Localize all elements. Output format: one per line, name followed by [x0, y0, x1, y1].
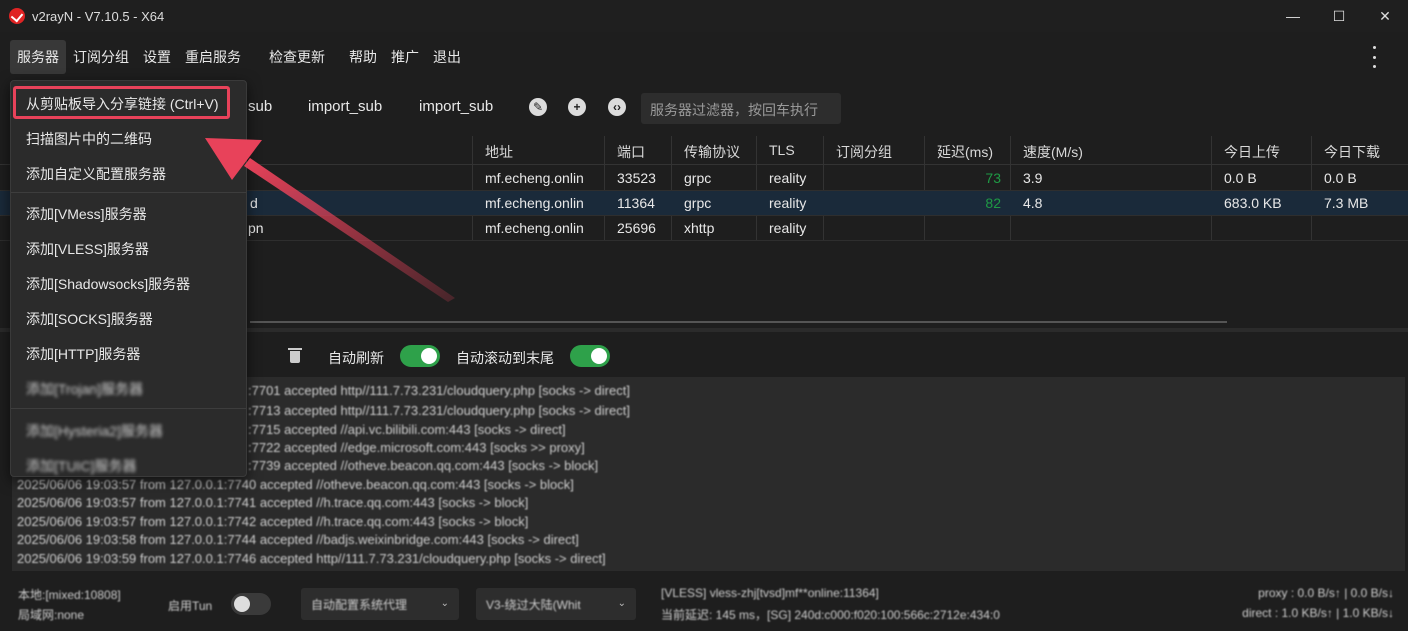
menu-separator [11, 408, 246, 409]
menu-item-add-trojan[interactable]: 添加[Trojan]服务器 [26, 379, 143, 399]
cell-port: 25696 [617, 220, 656, 236]
arrows-icon[interactable]: ‹› [608, 98, 626, 116]
menu-item-add-socks[interactable]: 添加[SOCKS]服务器 [26, 309, 153, 329]
cell-speed: 3.9 [1023, 170, 1043, 186]
routing-value: V3-绕过大陆(Whit [486, 598, 581, 612]
servers-dropdown-menu: 从剪贴板导入分享链接 (Ctrl+V) 扫描图片中的二维码 添加自定义配置服务器… [10, 80, 247, 477]
menu-item-add-custom[interactable]: 添加自定义配置服务器 [26, 164, 166, 184]
menu-restart-service[interactable]: 重启服务 [178, 40, 248, 74]
log-line: 2025/06/06 19:03:59 from 127.0.0.1:7746 … [17, 551, 606, 566]
log-line: 2025/06/06 19:03:57 from 127.0.0.1:7742 … [17, 514, 529, 529]
cell-tls: reality [769, 195, 807, 211]
menu-item-add-vless[interactable]: 添加[VLESS]服务器 [26, 239, 149, 259]
tab-sub[interactable]: sub [248, 98, 272, 115]
cell-port: 11364 [617, 195, 655, 211]
menu-help[interactable]: 帮助 [342, 40, 384, 74]
chevron-down-icon: ⌄ [440, 598, 449, 609]
col-address[interactable]: 地址 [485, 142, 513, 162]
log-line: :7722 accepted //edge.microsoft.com:443 … [248, 440, 585, 455]
menu-servers[interactable]: 服务器 [10, 40, 66, 74]
menu-promotion[interactable]: 推广 [384, 40, 426, 74]
cell-network: grpc [684, 170, 712, 186]
cell-today-down: 0.0 B [1324, 170, 1357, 186]
server-filter-input[interactable]: 服务器过滤器，按回车执行 [641, 93, 841, 124]
col-tls[interactable]: TLS [769, 142, 795, 158]
log-line: :7739 accepted //otheve.beacon.qq.com:44… [248, 458, 599, 473]
cell-latency: 82 [985, 195, 1001, 211]
menu-separator [11, 192, 246, 193]
edit-pencil-icon[interactable]: ✎ [529, 98, 547, 116]
cell-tls: reality [769, 220, 807, 236]
menu-subscription-group[interactable]: 订阅分组 [66, 40, 136, 74]
cell-today-up: 683.0 KB [1224, 195, 1282, 211]
menu-item-add-hysteria2[interactable]: 添加[Hysteria2]服务器 [26, 421, 163, 441]
log-line: :7701 accepted http//111.7.73.231/cloudq… [248, 383, 630, 398]
system-proxy-value: 自动配置系统代理 [311, 598, 408, 612]
close-button[interactable]: ✕ [1362, 0, 1408, 32]
menu-item-scan-qr[interactable]: 扫描图片中的二维码 [26, 129, 152, 149]
log-line: 2025/06/06 19:03:57 from 127.0.0.1:7741 … [17, 495, 529, 510]
tab-import-sub-1[interactable]: import_sub [308, 98, 382, 115]
menu-bar: 服务器 订阅分组 设置 重启服务 检查更新 帮助 推广 退出 [0, 32, 1408, 82]
more-options-icon[interactable] [1364, 46, 1384, 68]
tun-label: 启用Tun [168, 599, 213, 613]
col-port[interactable]: 端口 [617, 142, 645, 162]
menu-item-add-tuic[interactable]: 添加[TUIC]服务器 [26, 456, 136, 476]
tab-import-sub-2[interactable]: import_sub [419, 98, 493, 115]
tun-toggle[interactable] [231, 593, 271, 615]
menu-check-update[interactable]: 检查更新 [262, 40, 332, 74]
routing-select[interactable]: V3-绕过大陆(Whit ⌄ [476, 588, 636, 620]
lan-status: 局域网:none [18, 608, 85, 622]
log-line: :7715 accepted //api.vc.bilibili.com:443… [248, 422, 566, 437]
log-line: 2025/06/06 19:03:58 from 127.0.0.1:7744 … [17, 532, 579, 547]
trash-icon[interactable] [288, 347, 302, 363]
add-plus-icon[interactable]: + [568, 98, 586, 116]
col-network[interactable]: 传输协议 [684, 142, 740, 162]
menu-exit[interactable]: 退出 [426, 40, 468, 74]
auto-refresh-toggle[interactable] [400, 345, 440, 367]
cell-speed: 4.8 [1023, 195, 1043, 211]
menu-item-add-shadowsocks[interactable]: 添加[Shadowsocks]服务器 [26, 274, 190, 294]
cell-address: mf.echeng.onlin [485, 220, 584, 236]
cell-today-down: 7.3 MB [1324, 195, 1369, 211]
table-horizontal-scrollbar[interactable] [250, 321, 1227, 323]
col-today-down[interactable]: 今日下载 [1324, 142, 1380, 162]
proxy-speed: proxy : 0.0 B/s↑ | 0.0 B/s↓ [1258, 586, 1394, 600]
cell-name: pn [248, 220, 264, 236]
menu-item-add-vmess[interactable]: 添加[VMess]服务器 [26, 204, 147, 224]
log-line: 2025/06/06 19:03:57 from 127.0.0.1:7740 … [17, 477, 574, 492]
col-speed[interactable]: 速度(M/s) [1023, 142, 1083, 162]
cell-network: xhttp [684, 220, 715, 236]
maximize-button[interactable]: ☐ [1316, 0, 1362, 32]
current-latency-info: 当前延迟: 145 ms，[SG] 240d:c000:f020:100:566… [661, 608, 1000, 622]
cell-today-up: 0.0 B [1224, 170, 1257, 186]
cell-address: mf.echeng.onlin [485, 195, 584, 211]
chevron-down-icon: ⌄ [617, 598, 626, 609]
title-bar: v2rayN - V7.10.5 - X64 — ☐ ✕ [0, 0, 1408, 32]
menu-settings[interactable]: 设置 [136, 40, 178, 74]
cell-latency: 73 [985, 170, 1001, 186]
local-port-status: 本地:[mixed:10808] [18, 588, 121, 602]
cell-name: d [250, 195, 258, 211]
window-controls: — ☐ ✕ [1270, 0, 1408, 32]
auto-scroll-label: 自动滚动到末尾 [456, 350, 554, 366]
cell-address: mf.echeng.onlin [485, 170, 584, 186]
v2rayn-logo-icon [9, 8, 25, 24]
current-server-info: [VLESS] vless-zhj[tvsd]mf**online:11364] [661, 586, 879, 600]
window-title: v2rayN - V7.10.5 - X64 [32, 8, 165, 24]
cell-tls: reality [769, 170, 807, 186]
auto-scroll-toggle[interactable] [570, 345, 610, 367]
system-proxy-select[interactable]: 自动配置系统代理 ⌄ [301, 588, 459, 620]
auto-refresh-label: 自动刷新 [328, 350, 384, 366]
menu-item-import-clipboard[interactable]: 从剪贴板导入分享链接 (Ctrl+V) [26, 94, 219, 114]
direct-speed: direct : 1.0 KB/s↑ | 1.0 KB/s↓ [1242, 606, 1394, 620]
col-today-up[interactable]: 今日上传 [1224, 142, 1280, 162]
cell-network: grpc [684, 195, 712, 211]
col-sub-group[interactable]: 订阅分组 [836, 142, 892, 162]
col-latency[interactable]: 延迟(ms) [937, 142, 993, 162]
menu-item-add-http[interactable]: 添加[HTTP]服务器 [26, 344, 140, 364]
log-line: :7713 accepted http//111.7.73.231/cloudq… [248, 403, 630, 418]
minimize-button[interactable]: — [1270, 0, 1316, 32]
cell-port: 33523 [617, 170, 656, 186]
